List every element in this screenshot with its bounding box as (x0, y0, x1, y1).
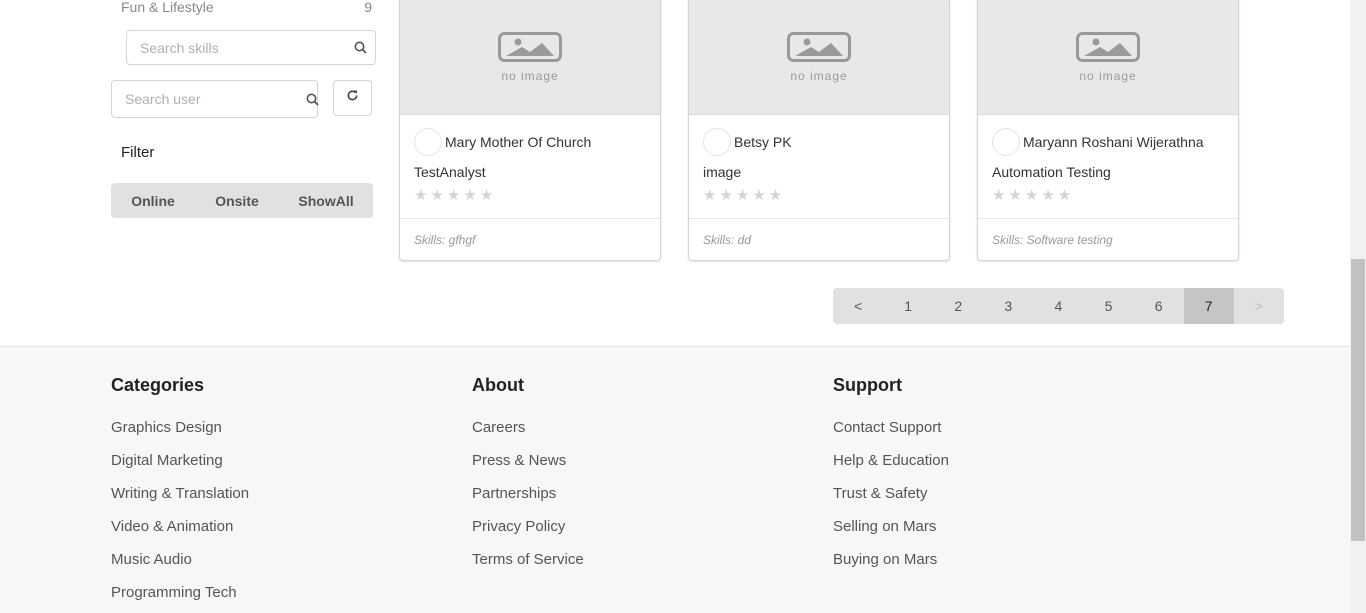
card-user-name[interactable]: Maryann Roshani Wijerathna (1023, 134, 1204, 150)
no-image-label: no image (1079, 68, 1137, 83)
search-icon[interactable] (306, 93, 319, 106)
footer-link-buying-on-mars[interactable]: Buying on Mars (833, 551, 937, 568)
user-search-box (111, 80, 319, 118)
filter-showall-button[interactable]: ShowAll (279, 193, 373, 209)
footer-link-graphics-design[interactable]: Graphics Design (111, 419, 222, 436)
filter-segmented-control: Online Onsite ShowAll (111, 183, 373, 218)
no-image-icon (498, 31, 562, 67)
user-card[interactable]: no image Mary Mother Of Church TestAnaly… (399, 0, 661, 261)
user-card[interactable]: no image Betsy PK image ★★★★★ Skills: dd (688, 0, 950, 261)
search-icon[interactable] (345, 41, 375, 54)
refresh-icon (346, 89, 359, 107)
scrollbar-thumb[interactable] (1351, 259, 1365, 541)
no-image-label: no image (501, 68, 559, 83)
card-image-placeholder: no image (400, 0, 660, 115)
footer-link-press-news[interactable]: Press & News (472, 452, 566, 469)
footer: Categories Graphics Design Digital Marke… (0, 346, 1350, 613)
footer-link-selling-on-mars[interactable]: Selling on Mars (833, 518, 936, 535)
avatar (414, 128, 442, 156)
rating-stars: ★★★★★ (414, 186, 496, 204)
footer-link-partnerships[interactable]: Partnerships (472, 485, 556, 502)
star-icon: ★★★★★ (414, 187, 497, 204)
star-icon: ★★★★★ (992, 187, 1075, 204)
pagination-page-1[interactable]: 1 (883, 288, 933, 324)
pagination-page-3[interactable]: 3 (983, 288, 1033, 324)
refresh-button[interactable] (333, 80, 372, 116)
filter-title: Filter (121, 144, 155, 161)
pagination-page-5[interactable]: 5 (1083, 288, 1133, 324)
pagination-prev[interactable]: < (833, 288, 883, 324)
card-skills: Skills: dd (689, 218, 949, 260)
card-skills: Skills: gfhgf (400, 218, 660, 260)
card-title[interactable]: Automation Testing (992, 164, 1111, 180)
card-user[interactable]: Maryann Roshani Wijerathna (992, 128, 1204, 156)
card-user-name[interactable]: Betsy PK (734, 134, 792, 150)
card-user-name[interactable]: Mary Mother Of Church (445, 134, 591, 150)
footer-link-digital-marketing[interactable]: Digital Marketing (111, 452, 223, 469)
card-skills: Skills: Software testing (978, 218, 1238, 260)
footer-link-programming-tech[interactable]: Programming Tech (111, 584, 237, 601)
category-label: Fun & Lifestyle (121, 0, 214, 15)
footer-link-trust-safety[interactable]: Trust & Safety (833, 485, 927, 502)
card-title[interactable]: TestAnalyst (414, 164, 486, 180)
pagination-page-2[interactable]: 2 (933, 288, 983, 324)
card-image-placeholder: no image (978, 0, 1238, 115)
filter-online-button[interactable]: Online (111, 193, 195, 209)
user-card[interactable]: no image Maryann Roshani Wijerathna Auto… (977, 0, 1239, 261)
pagination: < 1 2 3 4 5 6 7 > (833, 288, 1284, 324)
skill-search-input[interactable] (127, 31, 345, 64)
star-icon: ★★★★★ (703, 187, 786, 204)
card-user[interactable]: Mary Mother Of Church (414, 128, 591, 156)
footer-link-contact-support[interactable]: Contact Support (833, 419, 941, 436)
user-search-input[interactable] (112, 81, 306, 117)
rating-stars: ★★★★★ (703, 186, 785, 204)
avatar (992, 128, 1020, 156)
page-scrollbar[interactable] (1350, 0, 1366, 613)
footer-link-writing-translation[interactable]: Writing & Translation (111, 485, 249, 502)
pagination-page-6[interactable]: 6 (1134, 288, 1184, 324)
rating-stars: ★★★★★ (992, 186, 1074, 204)
footer-link-careers[interactable]: Careers (472, 419, 525, 436)
footer-link-privacy-policy[interactable]: Privacy Policy (472, 518, 565, 535)
footer-link-music-audio[interactable]: Music Audio (111, 551, 192, 568)
footer-heading-support: Support (833, 375, 902, 395)
pagination-page-7-active[interactable]: 7 (1183, 288, 1234, 324)
avatar (703, 128, 731, 156)
filter-onsite-button[interactable]: Onsite (195, 193, 279, 209)
card-image-placeholder: no image (689, 0, 949, 115)
footer-heading-about: About (472, 375, 524, 395)
no-image-label: no image (790, 68, 848, 83)
pagination-next[interactable]: > (1234, 288, 1284, 324)
pagination-page-4[interactable]: 4 (1033, 288, 1083, 324)
no-image-icon (787, 31, 851, 67)
footer-link-help-education[interactable]: Help & Education (833, 452, 949, 469)
category-item-fun-lifestyle[interactable]: Fun & Lifestyle 9 (121, 0, 372, 16)
footer-heading-categories: Categories (111, 375, 205, 395)
footer-link-video-animation[interactable]: Video & Animation (111, 518, 233, 535)
card-title[interactable]: image (703, 164, 741, 180)
no-image-icon (1076, 31, 1140, 67)
skill-search-box (126, 30, 376, 65)
category-count: 9 (364, 0, 372, 15)
footer-link-terms-of-service[interactable]: Terms of Service (472, 551, 584, 568)
card-user[interactable]: Betsy PK (703, 128, 792, 156)
